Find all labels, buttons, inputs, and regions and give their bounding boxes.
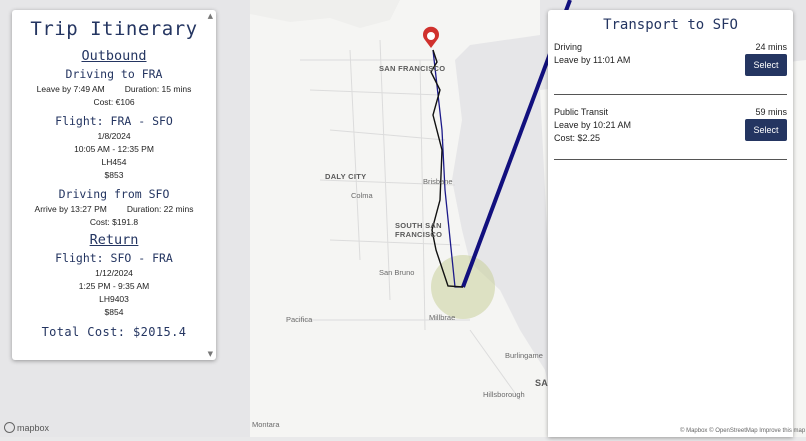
option-leave: Leave by 11:01 AM [554, 55, 631, 65]
drive-from-row: Arrive by 13:27 PM Duration: 22 mins [12, 204, 216, 214]
mapbox-logo-text: mapbox [17, 422, 50, 433]
map-label-burlingame: Burlingame [505, 351, 543, 360]
map-label-sa: SA [535, 378, 549, 388]
itinerary-title: Trip Itinerary [30, 18, 198, 40]
map-label-millbrae: Millbrae [429, 313, 456, 322]
option-divider [554, 159, 787, 160]
map-label-san-bruno: San Bruno [379, 268, 415, 277]
map-label-pacifica: Pacifica [286, 315, 313, 324]
return-flight-times: 1:25 PM - 9:35 AM [78, 281, 150, 291]
scroll-down-icon[interactable]: ▼ [208, 350, 213, 358]
map-label-ssf-1: SOUTH SAN [395, 221, 442, 230]
map-label-colma: Colma [351, 191, 373, 200]
transport-option-transit: Public Transit 59 mins Leave by 10:21 AM… [554, 107, 787, 153]
select-driving-button[interactable]: Select [745, 54, 787, 76]
scroll-up-icon[interactable]: ▲ [208, 12, 213, 20]
outbound-flight-times: 10:05 AM - 12:35 PM [74, 144, 154, 154]
select-transit-button[interactable]: Select [745, 119, 787, 141]
map-label-brisbane: Brisbane [423, 177, 453, 186]
drive-to-title: Driving to FRA [65, 67, 163, 81]
option-duration: 24 mins [755, 42, 787, 52]
drive-to-row: Leave by 7:49 AM Duration: 15 mins [12, 84, 216, 94]
return-flight-number: LH9403 [99, 294, 129, 304]
outbound-heading: Outbound [81, 48, 147, 64]
map-label-sf: SAN FRANCISCO [379, 64, 446, 73]
map-attribution[interactable]: © Mapbox © OpenStreetMap Improve this ma… [680, 428, 805, 434]
total-cost: Total Cost: $2015.4 [41, 325, 187, 339]
drive-to-duration: Duration: 15 mins [124, 84, 192, 94]
return-flight-title: Flight: SFO - FRA [55, 251, 173, 265]
map-label-montara: Montara [252, 420, 280, 429]
return-heading: Return [89, 232, 139, 248]
outbound-flight-number: LH454 [101, 157, 127, 167]
outbound-flight-title: Flight: FRA - SFO [55, 114, 173, 128]
option-cost: Cost: $2.25 [554, 133, 601, 143]
drive-from-duration: Duration: 22 mins [126, 204, 194, 214]
option-name: Public Transit [554, 107, 609, 117]
drive-from-arrive: Arrive by 13:27 PM [34, 204, 107, 214]
drive-to-leave: Leave by 7:49 AM [36, 84, 105, 94]
outbound-flight-date: 1/8/2024 [97, 131, 131, 141]
return-flight-price: $854 [104, 307, 124, 317]
option-duration: 59 mins [755, 107, 787, 117]
outbound-flight-price: $853 [104, 170, 124, 180]
drive-from-cost: Cost: $191.8 [89, 217, 139, 227]
return-flight-date: 1/12/2024 [95, 268, 133, 278]
drive-from-title: Driving from SFO [58, 187, 170, 201]
trip-itinerary-panel: Trip Itinerary Outbound Driving to FRA L… [12, 10, 216, 360]
map-label-daly-city: DALY CITY [325, 172, 367, 181]
option-name: Driving [554, 42, 583, 52]
drive-to-cost: Cost: €106 [93, 97, 135, 107]
transport-title: Transport to SFO [603, 17, 738, 33]
option-leave: Leave by 10:21 AM [554, 120, 632, 130]
mapbox-logo[interactable]: mapbox [4, 422, 49, 433]
transport-panel: Transport to SFO Driving 24 mins Leave b… [548, 10, 793, 437]
map-label-hillsborough: Hillsborough [483, 390, 525, 399]
option-divider [554, 94, 787, 95]
mapbox-icon [4, 422, 15, 433]
map-label-ssf-2: FRANCISCO [395, 230, 443, 239]
transport-option-driving: Driving 24 mins Leave by 11:01 AM Select [554, 42, 787, 88]
